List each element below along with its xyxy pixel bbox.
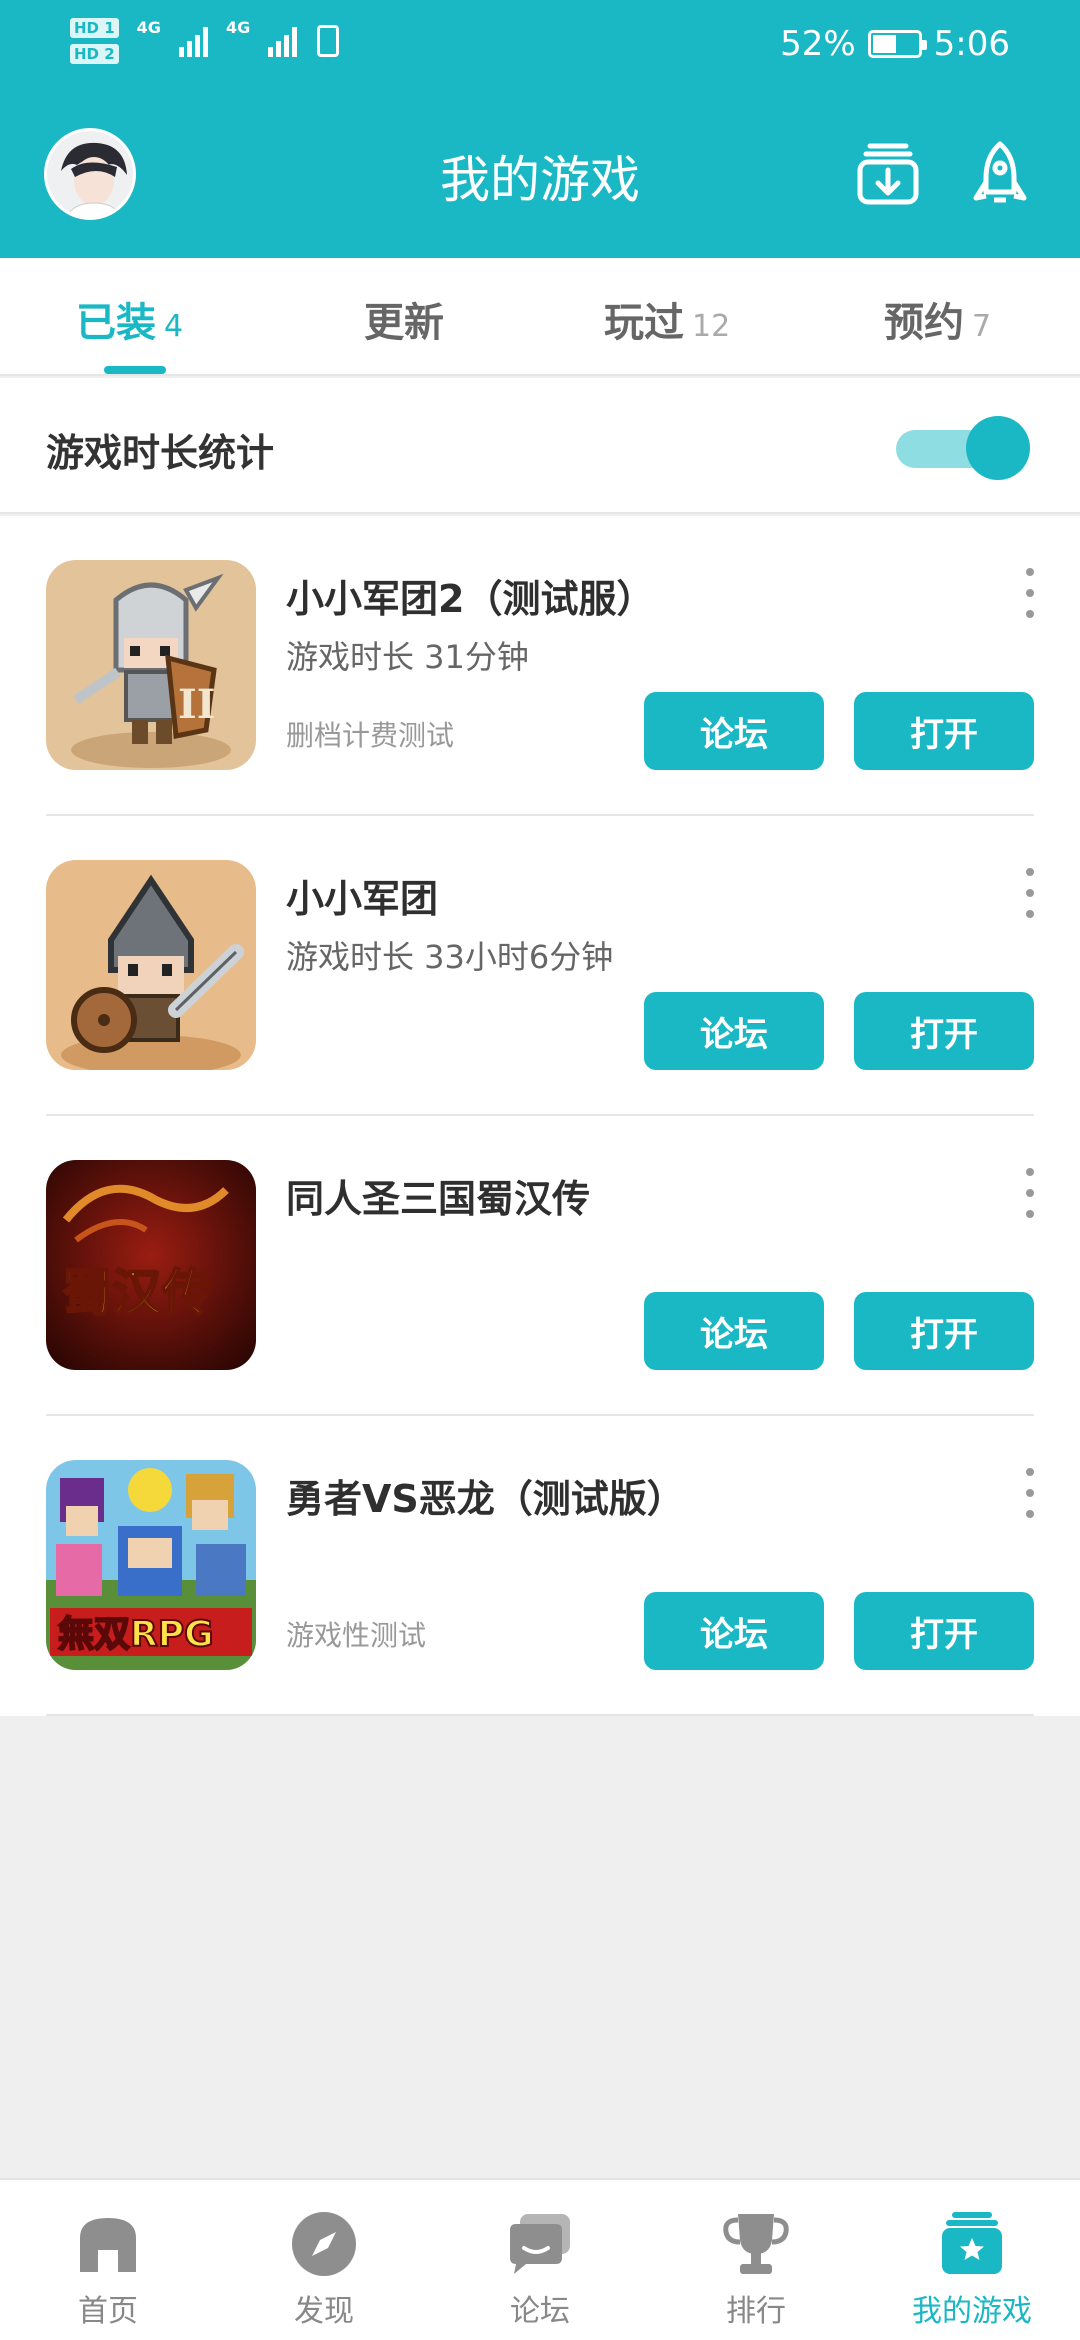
tab-updates-label: 更新: [364, 300, 444, 346]
network-type-1: 4G: [136, 18, 161, 37]
nav-discover[interactable]: 发现: [216, 2180, 432, 2340]
hd-badges: HD 1 HD 2: [70, 18, 119, 64]
playtime-stats-toggle[interactable]: [896, 416, 1030, 480]
icon-logo-text: 無双RPG: [58, 1614, 214, 1655]
tab-played[interactable]: 玩过 12: [604, 290, 730, 348]
open-button[interactable]: 打开: [854, 1592, 1034, 1670]
playtime-stats-row: 游戏时长统计: [0, 378, 1080, 514]
my-games-star-icon: [938, 2210, 1006, 2278]
nav-my-games[interactable]: 我的游戏: [864, 2180, 1080, 2340]
open-button[interactable]: 打开: [854, 992, 1034, 1070]
nav-ranking-label: 排行: [726, 2294, 786, 2329]
download-box-icon[interactable]: [852, 138, 924, 210]
compass-icon: [290, 2210, 358, 2278]
open-button[interactable]: 打开: [854, 1292, 1034, 1370]
more-options-icon[interactable]: [1020, 1468, 1040, 1518]
game-list: II 小小军团2（测试服） 游戏时长 31分钟 删档计费测试 论坛 打开 小小军…: [0, 516, 1080, 1716]
tab-installed-count: 4: [164, 309, 184, 344]
more-options-icon[interactable]: [1020, 568, 1040, 618]
game-playtime: 游戏时长 31分钟: [286, 638, 529, 676]
top-app-bar: HD 1 HD 2 4G 4G 52% 5:06 我的游戏: [0, 0, 1080, 258]
game-name: 同人圣三国蜀汉传: [286, 1177, 591, 1221]
nav-ranking[interactable]: 排行: [648, 2180, 864, 2340]
open-button[interactable]: 打开: [854, 692, 1034, 770]
game-item[interactable]: 無双RPG 勇者VS恶龙（测试版） 游戏性测试 论坛 打开: [0, 1416, 1080, 1716]
trophy-icon: [722, 2210, 790, 2278]
tab-installed-label: 已装: [76, 300, 156, 346]
toggle-knob: [966, 416, 1030, 480]
more-options-icon[interactable]: [1020, 1168, 1040, 1218]
battery-percent: 52%: [780, 24, 856, 64]
tab-active-indicator: [104, 366, 166, 374]
divider: [46, 1714, 1034, 1716]
game-note: 删档计费测试: [286, 719, 455, 752]
signal-icon: [178, 25, 208, 57]
nav-home[interactable]: 首页: [0, 2180, 216, 2340]
forum-button[interactable]: 论坛: [644, 692, 824, 770]
forum-button[interactable]: 论坛: [644, 1292, 824, 1370]
playtime-stats-label: 游戏时长统计: [46, 431, 275, 475]
hd2-badge: HD 2: [70, 44, 119, 64]
forum-button[interactable]: 论坛: [644, 992, 824, 1070]
game-name: 勇者VS恶龙（测试版）: [286, 1477, 685, 1521]
game-note: 游戏性测试: [286, 1619, 427, 1652]
game-name: 小小军团2（测试服）: [286, 577, 655, 621]
hd1-badge: HD 1: [70, 18, 119, 38]
tab-played-count: 12: [692, 309, 731, 344]
icon-logo-text: 蜀汉传: [62, 1263, 212, 1322]
signal-icon-2: [268, 25, 298, 57]
nav-discover-label: 发现: [294, 2294, 354, 2329]
game-playtime: 游戏时长 33小时6分钟: [286, 938, 614, 976]
battery-icon: [867, 30, 927, 58]
game-icon-little-legion-2: II: [46, 560, 256, 770]
game-icon-hero-vs-dragon: 無双RPG: [46, 1460, 256, 1670]
clock: 5:06: [933, 24, 1010, 64]
tab-reserved[interactable]: 预约 7: [884, 290, 991, 348]
forum-button[interactable]: 论坛: [644, 1592, 824, 1670]
nav-home-label: 首页: [78, 2294, 138, 2329]
vibrate-icon: [317, 25, 340, 57]
bottom-navigation: 首页 发现 论坛 排行 我的游戏: [0, 2178, 1080, 2340]
tab-bar: 已装 4 更新 玩过 12 预约 7: [0, 258, 1080, 376]
tab-installed[interactable]: 已装 4: [76, 290, 183, 348]
network-type-2: 4G: [225, 18, 251, 37]
game-name: 小小军团: [286, 877, 439, 921]
game-item[interactable]: 小小军团 游戏时长 33小时6分钟 论坛 打开: [0, 816, 1080, 1116]
tab-updates[interactable]: 更新: [364, 290, 444, 348]
status-bar: HD 1 HD 2 4G 4G 52% 5:06: [0, 0, 1080, 90]
game-icon-little-legion: [46, 860, 256, 1070]
tab-played-label: 玩过: [604, 300, 684, 346]
nav-forum-label: 论坛: [510, 2294, 570, 2329]
game-item[interactable]: II 小小军团2（测试服） 游戏时长 31分钟 删档计费测试 论坛 打开: [0, 516, 1080, 816]
rocket-icon[interactable]: [964, 138, 1036, 210]
forum-chat-icon: [506, 2210, 574, 2278]
tab-reserved-label: 预约: [884, 300, 964, 346]
more-options-icon[interactable]: [1020, 868, 1040, 918]
game-icon-shu-han: 蜀汉传: [46, 1160, 256, 1370]
home-icon: [74, 2210, 142, 2278]
svg-text:II: II: [178, 681, 215, 728]
nav-my-games-label: 我的游戏: [912, 2294, 1032, 2329]
nav-forum[interactable]: 论坛: [432, 2180, 648, 2340]
game-item[interactable]: 蜀汉传 同人圣三国蜀汉传 论坛 打开: [0, 1116, 1080, 1416]
tab-reserved-count: 7: [972, 309, 992, 344]
